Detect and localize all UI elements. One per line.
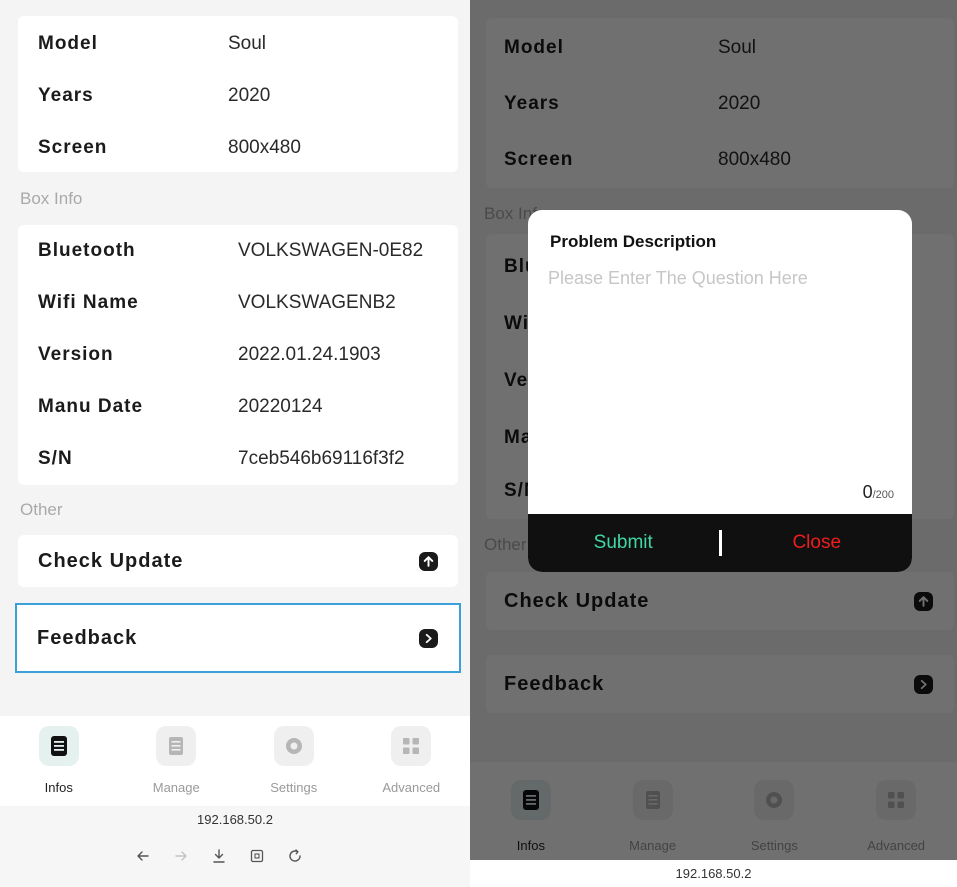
problem-description-input[interactable] (548, 268, 892, 468)
tab-label: Manage (152, 780, 200, 795)
character-max: /200 (872, 489, 894, 501)
submit-button[interactable]: Submit (528, 532, 719, 554)
browser-bar: 192.168.50.2 (470, 860, 957, 887)
info-label: Screen (38, 137, 108, 158)
feedback-dialog: Problem Description 0/200 Submit Close (528, 210, 912, 572)
feedback-label: Feedback (37, 626, 138, 649)
tab-settings[interactable]: Settings (235, 716, 353, 806)
check-update-label: Check Update (38, 549, 184, 572)
back-icon[interactable] (135, 848, 151, 869)
close-button[interactable]: Close (722, 532, 913, 554)
feedback-dialog-screen: Model Soul Years 2020 Screen 800x480 Box… (470, 0, 957, 887)
info-value: 2020 (228, 85, 271, 106)
section-title-other: Other (20, 500, 63, 519)
url-text: 192.168.50.2 (197, 812, 273, 827)
browser-bar: 192.168.50.2 (0, 806, 470, 887)
info-label: Bluetooth (38, 240, 136, 261)
info-label: S/N (38, 448, 73, 469)
tab-label: Advanced (382, 780, 441, 795)
check-update-row[interactable]: Check Update (18, 535, 458, 587)
section-title-box-info: Box Info (20, 189, 83, 208)
tab-label: Infos (44, 780, 73, 795)
tab-manage[interactable]: Manage (118, 716, 236, 806)
box-info-card: Bluetooth VOLKSWAGEN-0E82 Wifi Name VOLK… (18, 225, 458, 485)
info-row: Manu Date 20220124 (18, 381, 458, 433)
info-label: Model (38, 33, 98, 54)
settings-icon (273, 726, 314, 766)
info-value: 800x480 (228, 137, 301, 158)
arrow-up-icon (419, 551, 438, 571)
url-text: 192.168.50.2 (675, 866, 752, 881)
info-row: Version 2022.01.24.1903 (18, 329, 458, 381)
info-value: 7ceb546b69116f3f2 (238, 448, 405, 469)
tab-advanced[interactable]: Advanced (353, 716, 471, 806)
info-value: 20220124 (238, 396, 323, 417)
character-counter: 0/200 (863, 482, 894, 503)
dialog-title: Problem Description (550, 232, 717, 251)
reload-icon[interactable] (287, 848, 303, 869)
tab-infos[interactable]: Infos (0, 716, 118, 806)
main-screen: Model Soul Years 2020 Screen 800x480 Box… (0, 0, 470, 887)
download-icon[interactable] (211, 848, 227, 869)
dialog-actions: Submit Close (528, 514, 912, 572)
info-value: VOLKSWAGENB2 (238, 292, 396, 313)
advanced-icon (391, 726, 432, 766)
info-row: Years 2020 (18, 70, 458, 122)
info-row: Screen 800x480 (18, 122, 458, 174)
tab-label: Settings (270, 780, 318, 795)
info-row: S/N 7ceb546b69116f3f2 (18, 433, 458, 485)
browser-nav (135, 848, 303, 869)
info-label: Version (38, 344, 114, 365)
info-label: Wifi Name (38, 292, 139, 313)
info-row: Bluetooth VOLKSWAGEN-0E82 (18, 225, 458, 277)
chevron-right-icon (419, 628, 438, 648)
character-count: 0 (862, 482, 873, 502)
feedback-row[interactable]: Feedback (15, 603, 461, 673)
bottom-tab-bar: Infos Manage Settings Advanced (0, 716, 470, 806)
info-value: VOLKSWAGEN-0E82 (238, 240, 424, 261)
info-value: Soul (228, 33, 267, 54)
info-label: Years (38, 85, 94, 106)
tabs-icon[interactable] (249, 848, 265, 869)
manage-icon (156, 726, 197, 766)
info-value: 2022.01.24.1903 (238, 344, 381, 365)
info-row: Wifi Name VOLKSWAGENB2 (18, 277, 458, 329)
infos-icon (38, 726, 79, 766)
info-label: Manu Date (38, 396, 144, 417)
info-row: Model Soul (18, 18, 458, 70)
car-info-card: Model Soul Years 2020 Screen 800x480 (18, 16, 458, 172)
forward-icon[interactable] (173, 848, 189, 869)
